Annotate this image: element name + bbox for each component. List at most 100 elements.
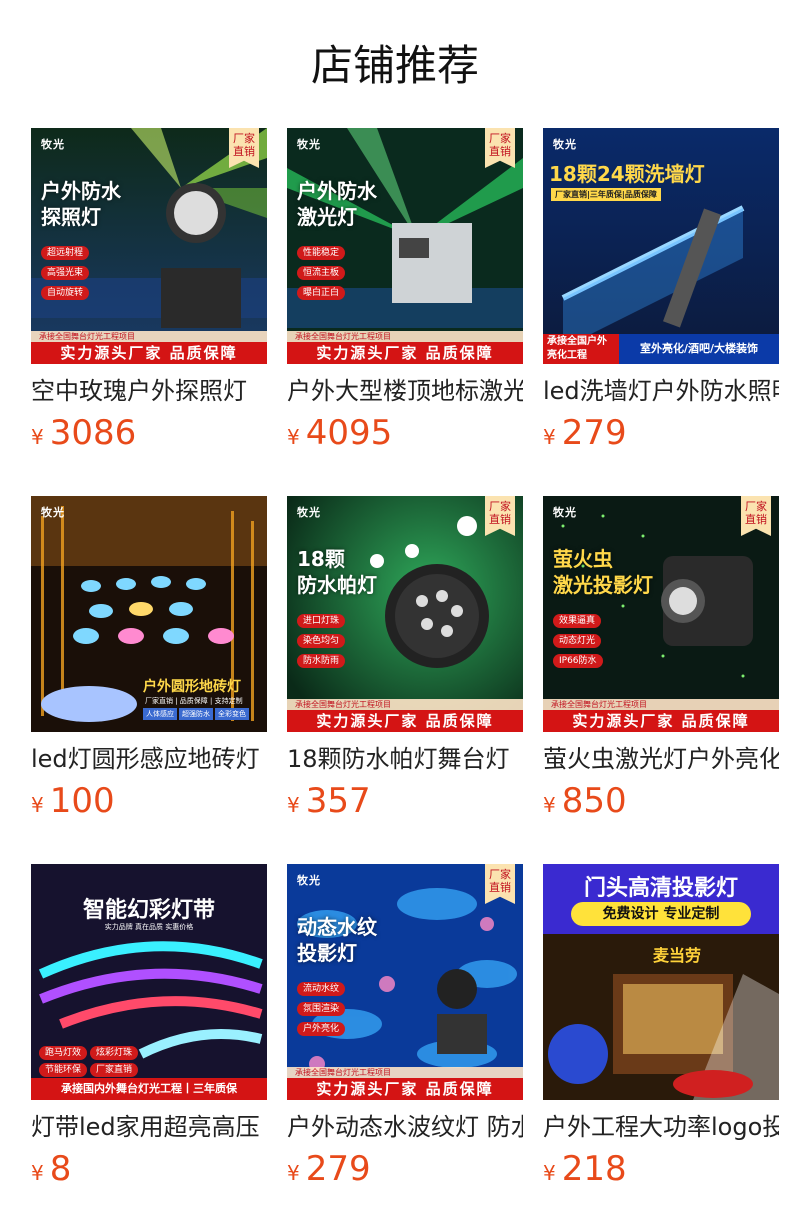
product-card[interactable]: 牧光 厂家直销 动态水纹 投影灯 流动水纹 氛围渲染 户外亮化 承接全国舞台灯光…: [287, 864, 523, 1194]
feature-list: 效果逼真 动态灯光 IP66防水: [553, 614, 603, 674]
product-headline: 动态水纹 投影灯: [297, 914, 377, 966]
product-name[interactable]: 灯带led家用超亮高压: [31, 1112, 267, 1142]
headline-line: 动态水纹: [297, 915, 377, 939]
product-image[interactable]: 牧光 厂家直销 动态水纹 投影灯 流动水纹 氛围渲染 户外亮化 承接全国舞台灯光…: [287, 864, 523, 1100]
tagline: 厂家直销 | 品质保障 | 支持定制: [145, 697, 243, 705]
product-image[interactable]: 智能幻彩灯带 实力品牌 真在品质 实惠价格 跑马灯效 炫彩灯珠 节能环保 厂家直…: [31, 864, 267, 1100]
price-value: 4095: [305, 413, 393, 453]
feature-list: 跑马灯效 炫彩灯珠 节能环保 厂家直销: [39, 1046, 159, 1077]
brand-logo: 牧光: [297, 506, 321, 519]
feature-list: 性能稳定 恒流主板 曝白正白: [297, 246, 346, 306]
subnote: 承接全国舞台灯光工程项目: [287, 699, 523, 710]
feature-tag: 防水防雨: [297, 654, 346, 668]
feature-tag: 跑马灯效: [39, 1046, 88, 1060]
product-price: ¥4095: [287, 412, 523, 458]
product-price: ¥218: [543, 1148, 779, 1194]
price-value: 218: [561, 1149, 627, 1189]
product-headline: 户外防水 探照灯: [41, 178, 121, 230]
tagline: 免费设计 专业定制: [571, 902, 751, 926]
price-value: 100: [49, 781, 115, 821]
footer-banner: 实力源头厂家 品质保障: [543, 710, 779, 732]
feature-tag: 恒流主板: [297, 266, 346, 280]
brand-logo: 牧光: [553, 506, 577, 519]
product-name[interactable]: 萤火虫激光灯户外亮化: [543, 744, 779, 774]
product-name[interactable]: led灯圆形感应地砖灯: [31, 744, 267, 774]
product-price: ¥279: [543, 412, 779, 458]
product-name[interactable]: 户外大型楼顶地标激光灯: [287, 376, 523, 406]
tagline: 厂家直销|三年质保|品质保障: [551, 188, 661, 201]
page-title: 店铺推荐: [310, 41, 479, 90]
feature-tag: 效果逼真: [553, 614, 602, 628]
headline-line: 户外防水: [297, 179, 377, 203]
headline-line: 激光灯: [297, 205, 357, 229]
footer-banner: 实力源头厂家 品质保障: [287, 1078, 523, 1100]
product-price: ¥3086: [31, 412, 267, 458]
feature-tag: 自动旋转: [41, 286, 90, 300]
headline-line: 投影灯: [297, 941, 357, 965]
product-price: ¥357: [287, 780, 523, 826]
product-card[interactable]: 牧光 户外圆形地砖灯 厂家直销 | 品质保障 | 支持定制 人体感应 超强防水 …: [31, 496, 267, 826]
feature-tag: 动态灯光: [553, 634, 602, 648]
headline-line: 防水帕灯: [297, 573, 377, 597]
product-card[interactable]: 牧光 厂家直销 户外防水 探照灯 超远射程 高强光束 自动旋转 承接全国舞台灯光…: [31, 128, 267, 458]
feature-tag: 曝白正白: [297, 286, 346, 300]
footer-banner: 承接国内外舞台灯光工程丨三年质保: [31, 1078, 267, 1100]
feature-list: 超远射程 高强光束 自动旋转: [41, 246, 90, 306]
brand-logo: 牧光: [41, 138, 65, 151]
subnote: 承接全国舞台灯光工程项目: [31, 331, 267, 342]
currency-symbol: ¥: [31, 1161, 44, 1185]
feature-tag: 进口灯珠: [297, 614, 346, 628]
product-price: ¥850: [543, 780, 779, 826]
feature-tag: 流动水纹: [297, 982, 346, 996]
headline-line: 探照灯: [41, 205, 101, 229]
product-name[interactable]: 18颗防水帕灯舞台灯: [287, 744, 523, 774]
headline-line: 萤火虫: [553, 547, 613, 571]
product-headline: 智能幻彩灯带: [82, 898, 215, 923]
product-price: ¥279: [287, 1148, 523, 1194]
product-headline: 户外防水 激光灯: [297, 178, 377, 230]
subnote: 承接全国舞台灯光工程项目: [543, 699, 779, 710]
subnote: 承接全国舞台灯光工程项目: [287, 1067, 523, 1078]
product-card[interactable]: 智能幻彩灯带 实力品牌 真在品质 实惠价格 跑马灯效 炫彩灯珠 节能环保 厂家直…: [31, 864, 267, 1194]
product-image[interactable]: 牧光 厂家直销 18颗 防水帕灯 进口灯珠 染色均匀 防水防雨 承接全国舞台灯光…: [287, 496, 523, 732]
price-value: 3086: [49, 413, 137, 453]
brand-logo: 牧光: [553, 138, 577, 151]
product-name[interactable]: 户外工程大功率logo投影灯: [543, 1112, 779, 1142]
headline-line: 激光投影灯: [553, 573, 653, 597]
feature-tag: 超远射程: [41, 246, 90, 260]
product-card[interactable]: 牧光 18颗24颗洗墙灯 厂家直销|三年质保|品质保障 承接全国户外亮化工程 室…: [543, 128, 779, 458]
product-image[interactable]: 牧光 户外圆形地砖灯 厂家直销 | 品质保障 | 支持定制 人体感应 超强防水 …: [31, 496, 267, 732]
feature-tag: 性能稳定: [297, 246, 346, 260]
feature-tag: 厂家直销: [90, 1063, 139, 1077]
product-name[interactable]: 空中玫瑰户外探照灯: [31, 376, 267, 406]
currency-symbol: ¥: [543, 1161, 556, 1185]
product-name[interactable]: 户外动态水波纹灯 防水: [287, 1112, 523, 1142]
product-image[interactable]: 牧光 厂家直销 户外防水 激光灯 性能稳定 恒流主板 曝白正白 承接全国舞台灯光…: [287, 128, 523, 364]
product-headline: 门头高清投影灯: [583, 876, 738, 901]
chip: 全彩变色: [215, 708, 249, 720]
product-card[interactable]: 牧光 厂家直销 18颗 防水帕灯 进口灯珠 染色均匀 防水防雨 承接全国舞台灯光…: [287, 496, 523, 826]
product-card[interactable]: 牧光 厂家直销 萤火虫 激光投影灯 效果逼真 动态灯光 IP66防水 承接全国舞…: [543, 496, 779, 826]
bottom-left-banner: 承接全国户外亮化工程: [543, 334, 619, 364]
currency-symbol: ¥: [287, 425, 300, 449]
product-card[interactable]: 门头高清投影灯 免费设计 专业定制 麦当劳 户外工程大功率logo投影灯 ¥21…: [543, 864, 779, 1194]
product-card[interactable]: 牧光 厂家直销 户外防水 激光灯 性能稳定 恒流主板 曝白正白 承接全国舞台灯光…: [287, 128, 523, 458]
product-name[interactable]: led洗墙灯户外防水照明: [543, 376, 779, 406]
currency-symbol: ¥: [543, 425, 556, 449]
product-image[interactable]: 牧光 厂家直销 萤火虫 激光投影灯 效果逼真 动态灯光 IP66防水 承接全国舞…: [543, 496, 779, 732]
product-image[interactable]: 牧光 厂家直销 户外防水 探照灯 超远射程 高强光束 自动旋转 承接全国舞台灯光…: [31, 128, 267, 364]
tagline: 实力品牌 真在品质 实惠价格: [104, 923, 194, 931]
brand-logo: 牧光: [297, 874, 321, 887]
product-image[interactable]: 门头高清投影灯 免费设计 专业定制 麦当劳: [543, 864, 779, 1100]
product-headline: 18颗 防水帕灯: [297, 546, 377, 598]
footer-banner: 实力源头厂家 品质保障: [287, 342, 523, 364]
price-value: 850: [561, 781, 627, 821]
subnote: 承接全国舞台灯光工程项目: [287, 331, 523, 342]
feature-tag: 炫彩灯珠: [90, 1046, 139, 1060]
price-value: 279: [305, 1149, 371, 1189]
footer-banner: 实力源头厂家 品质保障: [287, 710, 523, 732]
feature-tag: 氛围渲染: [297, 1002, 346, 1016]
chip: 人体感应: [143, 708, 177, 720]
currency-symbol: ¥: [31, 425, 44, 449]
product-image[interactable]: 牧光 18颗24颗洗墙灯 厂家直销|三年质保|品质保障 承接全国户外亮化工程 室…: [543, 128, 779, 364]
